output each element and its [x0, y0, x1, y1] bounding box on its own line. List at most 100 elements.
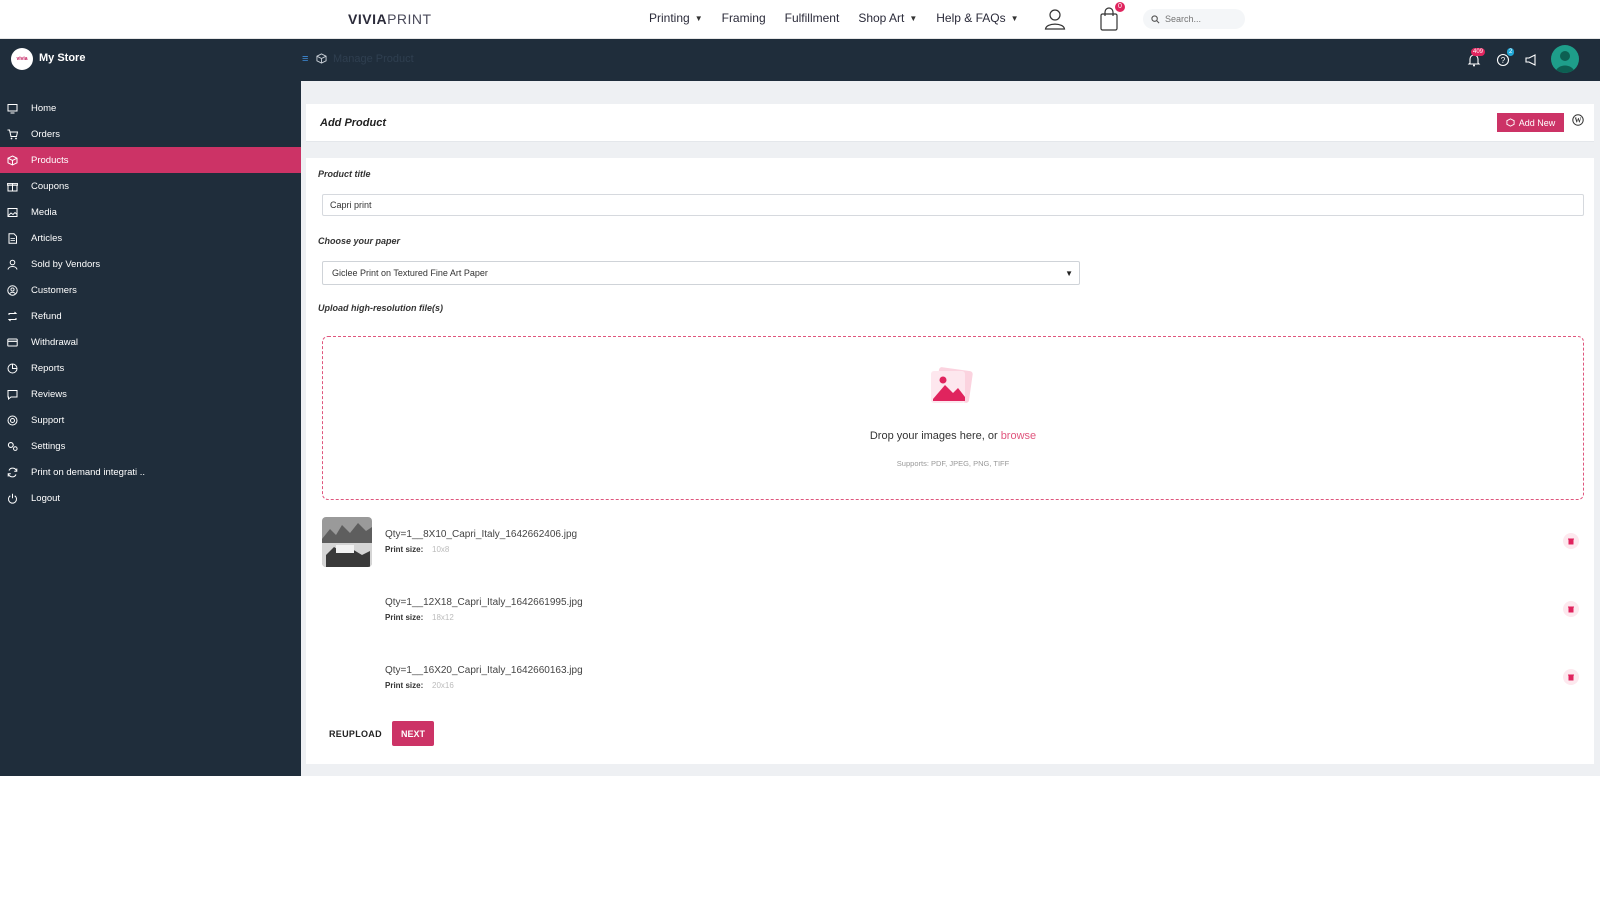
product-form: Product title Capri print Choose your pa… [306, 158, 1594, 764]
sidebar-item-support[interactable]: Support [0, 407, 301, 433]
sidebar-item-orders[interactable]: Orders [0, 121, 301, 147]
next-button[interactable]: NEXT [392, 721, 434, 746]
nav-label: Help & FAQs [936, 11, 1006, 25]
nav-label: Fulfillment [784, 11, 840, 25]
paper-label: Choose your paper [318, 236, 401, 246]
cube-icon [316, 53, 327, 64]
pie-chart-icon [7, 363, 18, 373]
nav-framing[interactable]: Framing [722, 11, 766, 25]
wordpress-icon[interactable]: W [1572, 114, 1584, 126]
file-row: Qty=1__16X20_Capri_Italy_1642660163.jpg … [322, 653, 1584, 705]
sidebar-item-media[interactable]: Media [0, 199, 301, 225]
nav-help-faqs[interactable]: Help & FAQs ▼ [936, 11, 1018, 25]
site-search[interactable] [1143, 9, 1245, 29]
sidebar-item-label: Settings [31, 440, 66, 452]
sidebar-item-withdrawal[interactable]: Withdrawal [0, 329, 301, 355]
sidebar-item-label: Media [31, 206, 57, 218]
sidebar-item-print-on-demand-integrati[interactable]: Print on demand integrati .. [0, 459, 301, 485]
megaphone-icon[interactable] [1524, 53, 1538, 67]
cogs-icon [7, 441, 18, 451]
sidebar-item-reports[interactable]: Reports [0, 355, 301, 381]
sidebar-item-label: Orders [31, 128, 61, 140]
life-ring-icon [7, 415, 18, 425]
sidebar-item-settings[interactable]: Settings [0, 433, 301, 459]
sidebar-item-articles[interactable]: Articles [0, 225, 301, 251]
sidebar-item-products[interactable]: Products [0, 147, 301, 173]
sidebar-item-coupons[interactable]: Coupons [0, 173, 301, 199]
gift-icon [7, 182, 18, 191]
site-nav: Printing ▼ Framing Fulfillment Shop Art ▼ … [649, 11, 1038, 25]
print-size-label: Print size: [385, 681, 424, 690]
drop-instruction: Drop your images here, or [869, 430, 1001, 442]
supported-formats: Supports: PDF, JPEG, PNG, TIFF [896, 459, 1010, 468]
viviaprint-logo[interactable]: VIVIAPRINT [348, 11, 432, 27]
print-size-label: Print size: [385, 613, 424, 622]
sidebar-item-refund[interactable]: Refund [0, 303, 301, 329]
cart-count-badge: 0 [1115, 2, 1125, 12]
help-count-badge: 2 [1507, 48, 1515, 56]
nav-label: Printing [649, 11, 690, 25]
paper-select[interactable]: Giclee Print on Textured Fine Art Paper … [322, 261, 1080, 285]
sidebar-item-label: Home [31, 102, 57, 114]
user-icon [7, 259, 18, 270]
reupload-button[interactable]: REUPLOAD [329, 727, 382, 741]
sidebar: Home Orders Products Coupons Media Articles So… [0, 81, 301, 776]
sidebar-item-label: Coupons [31, 180, 70, 192]
nav-printing[interactable]: Printing ▼ [649, 11, 703, 25]
svg-text:W: W [1575, 117, 1582, 125]
hamburger-menu-icon[interactable]: ≡ [302, 54, 312, 65]
trash-icon [1568, 538, 1574, 544]
product-title-input[interactable]: Capri print [322, 194, 1584, 216]
store-logo[interactable]: vivia [11, 48, 33, 70]
print-size-label: Print size: [385, 545, 424, 554]
image-icon [7, 207, 18, 217]
sidebar-item-label: Sold by Vendors [31, 258, 101, 270]
delete-file-button[interactable] [1563, 601, 1579, 617]
add-new-button[interactable]: Add New [1497, 113, 1564, 132]
sidebar-item-home[interactable]: Home [0, 95, 301, 121]
trash-icon [1568, 674, 1574, 680]
sidebar-item-label: Articles [31, 232, 63, 244]
image-placeholder-icon [931, 367, 973, 403]
user-avatar[interactable] [1551, 45, 1579, 73]
sidebar-item-label: Logout [31, 492, 61, 504]
delete-file-button[interactable] [1563, 533, 1579, 549]
power-icon [8, 493, 17, 504]
monitor-icon [7, 103, 18, 113]
add-new-label: Add New [1518, 117, 1556, 128]
sidebar-item-customers[interactable]: Customers [0, 277, 301, 303]
site-header: VIVIAPRINT Printing ▼ Framing Fulfillment… [0, 0, 1600, 39]
nav-label: Framing [721, 11, 766, 25]
chevron-down-icon: ▼ [909, 13, 918, 23]
file-row: Qty=1__12X18_Capri_Italy_1642661995.jpg … [322, 585, 1584, 637]
search-input[interactable] [1165, 14, 1245, 24]
sidebar-item-label: Reviews [31, 388, 67, 400]
logo-bold-text: VIVIA [348, 11, 388, 27]
delete-file-button[interactable] [1563, 669, 1579, 685]
file-name: Qty=1__12X18_Capri_Italy_1642661995.jpg [385, 597, 583, 608]
print-size-value: 20x16 [432, 681, 454, 690]
nav-shop-art[interactable]: Shop Art ▼ [858, 11, 917, 25]
logo-light-text: PRINT [387, 11, 432, 27]
sidebar-item-label: Customers [31, 284, 77, 296]
nav-label: Shop Art [858, 11, 905, 25]
sidebar-item-logout[interactable]: Logout [0, 485, 301, 511]
file-thumbnail [322, 517, 372, 567]
trash-icon [1568, 606, 1574, 612]
browse-link[interactable]: browse [1001, 430, 1036, 442]
nav-fulfillment[interactable]: Fulfillment [785, 11, 840, 25]
account-icon[interactable] [1044, 8, 1066, 30]
cart-icon [7, 129, 18, 139]
chevron-down-icon: ▼ [1010, 13, 1019, 23]
file-name: Qty=1__8X10_Capri_Italy_1642662406.jpg [385, 529, 578, 540]
photo-thumbnail-icon [322, 517, 372, 567]
retweet-icon [7, 311, 18, 321]
sidebar-item-sold-by-vendors[interactable]: Sold by Vendors [0, 251, 301, 277]
store-name[interactable]: My Store [39, 52, 85, 64]
file-dropzone[interactable]: Drop your images here, or browse Support… [322, 336, 1584, 500]
document-icon [8, 232, 17, 244]
cube-icon [1506, 118, 1515, 127]
product-title-label: Product title [318, 169, 371, 179]
sidebar-item-label: Print on demand integrati .. [31, 466, 146, 478]
sidebar-item-reviews[interactable]: Reviews [0, 381, 301, 407]
